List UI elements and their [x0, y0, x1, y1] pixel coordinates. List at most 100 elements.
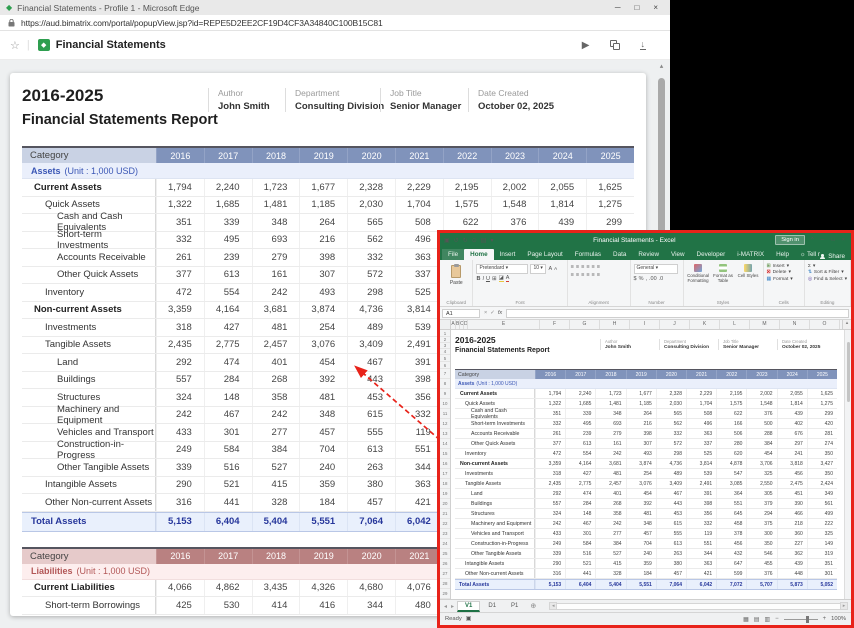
ribbon-tab-developer[interactable]: Developer: [691, 249, 732, 260]
row-number[interactable]: 6: [440, 362, 450, 369]
qat-icon[interactable]: ↻: [463, 237, 468, 244]
hscroll-track[interactable]: [557, 603, 840, 610]
share-button[interactable]: Share: [820, 253, 849, 260]
paste-button[interactable]: Paste: [450, 280, 463, 286]
alignment-icons[interactable]: ≡≡≡≡≡≡: [571, 272, 627, 278]
ribbon-tab-review[interactable]: Review: [632, 249, 665, 260]
zoom-in-icon[interactable]: +: [823, 616, 827, 622]
row-number[interactable]: 26: [440, 559, 450, 569]
ribbon-tab-page-layout[interactable]: Page Layout: [521, 249, 568, 260]
row-number[interactable]: 21: [440, 509, 450, 519]
number-icon[interactable]: ,: [645, 276, 647, 282]
ribbon-tab-file[interactable]: File: [442, 249, 464, 260]
align-icon[interactable]: ≡: [571, 264, 574, 270]
row-number[interactable]: 11: [440, 409, 450, 419]
row-number[interactable]: 27: [440, 569, 450, 579]
align-icon[interactable]: ≡: [581, 264, 584, 270]
row-number[interactable]: 14: [440, 439, 450, 449]
excel-window-buttons[interactable]: ^─□×: [811, 237, 847, 243]
number-icon[interactable]: $: [634, 276, 637, 282]
column-header[interactable]: O: [810, 320, 840, 329]
address-bar[interactable]: https://aud.bimatrix.com/portal/popupVie…: [0, 15, 670, 31]
sheet-scrollbar-thumb[interactable]: [847, 342, 850, 402]
row-number[interactable]: 10: [440, 399, 450, 409]
column-header[interactable]: M: [750, 320, 780, 329]
sheet-area[interactable]: 2016-2025 Financial Statements Report Au…: [451, 330, 851, 599]
run-report-icon[interactable]: ▶: [582, 40, 590, 51]
row-number[interactable]: 28: [440, 579, 450, 589]
sheet-tab-d1[interactable]: D1: [481, 602, 503, 610]
insert-function-icon[interactable]: fx: [498, 310, 502, 316]
align-icon[interactable]: ≡: [592, 264, 595, 270]
close-button[interactable]: ×: [653, 3, 658, 12]
paste-clipboard-icon[interactable]: [451, 265, 461, 278]
format-cells-button[interactable]: ▦Format ▾: [767, 277, 801, 282]
align-icon[interactable]: ≡: [581, 272, 584, 278]
column-header[interactable]: E: [468, 320, 540, 329]
find-select-button[interactable]: ◎Find & Select ▾: [808, 277, 847, 282]
align-icon[interactable]: ≡: [576, 264, 579, 270]
row-number[interactable]: 18: [440, 479, 450, 489]
cancel-entry-icon[interactable]: ×: [484, 310, 487, 316]
scrollbar-up-arrow[interactable]: ▴: [656, 62, 667, 72]
borders-button[interactable]: ⊞: [492, 276, 497, 282]
ribbon-tab-insert[interactable]: Insert: [494, 249, 522, 260]
horizontal-scrollbar[interactable]: ◂ ▸: [549, 602, 848, 610]
bold-button[interactable]: B: [476, 276, 480, 282]
window-button[interactable]: ─: [821, 237, 825, 243]
tell-me-box[interactable]: ☼ Tell me what you want to do: [795, 250, 820, 260]
row-number[interactable]: 20: [440, 499, 450, 509]
new-sheet-icon[interactable]: ⊕: [527, 602, 539, 610]
window-button[interactable]: ^: [811, 237, 814, 243]
worksheet[interactable]: 1234567891011121314151617181920212223242…: [440, 330, 851, 599]
ribbon-tab-i-matrix[interactable]: i-MATRIX: [731, 249, 770, 260]
row-number[interactable]: 23: [440, 529, 450, 539]
sort-filter-button[interactable]: ⇅Sort & Filter ▾: [808, 270, 847, 275]
zoom-slider[interactable]: [784, 619, 818, 620]
hscroll-right-icon[interactable]: ▸: [840, 602, 848, 610]
underline-button[interactable]: U: [486, 276, 490, 282]
cell-styles-button[interactable]: Cell Styles: [737, 264, 760, 297]
align-icon[interactable]: ≡: [576, 272, 579, 278]
number-format-select[interactable]: General ▾: [634, 264, 678, 274]
column-header[interactable]: H: [600, 320, 630, 329]
row-number[interactable]: 1: [440, 330, 450, 337]
italic-button[interactable]: I: [482, 276, 484, 282]
align-icon[interactable]: ≡: [597, 264, 600, 270]
number-icon[interactable]: .00: [649, 276, 657, 282]
copy-icon[interactable]: [610, 40, 620, 50]
ribbon-tab-view[interactable]: View: [665, 249, 691, 260]
ribbon-tab-help[interactable]: Help: [770, 249, 795, 260]
favorite-star-icon[interactable]: ☆: [10, 39, 20, 52]
autosum-button[interactable]: Σ ▾: [808, 264, 847, 269]
row-number[interactable]: 19: [440, 489, 450, 499]
align-icon[interactable]: ≡: [597, 272, 600, 278]
column-header[interactable]: L: [720, 320, 750, 329]
align-icon[interactable]: ≡: [586, 264, 589, 270]
row-number[interactable]: 25: [440, 549, 450, 559]
column-header[interactable]: K: [690, 320, 720, 329]
qat-icon[interactable]: ▤: [481, 237, 487, 244]
fill-color-button[interactable]: ◪: [499, 276, 504, 283]
enter-entry-icon[interactable]: ✓: [490, 310, 495, 316]
sheet-nav-right-icon[interactable]: ▸: [450, 603, 455, 610]
align-icon[interactable]: ≡: [586, 272, 589, 278]
row-number[interactable]: 7: [440, 369, 450, 379]
hscroll-left-icon[interactable]: ◂: [549, 602, 557, 610]
row-number[interactable]: 17: [440, 469, 450, 479]
conditional-formatting-button[interactable]: Conditional Formatting: [687, 264, 710, 297]
font-size-select[interactable]: 10 ▾: [530, 264, 546, 274]
qat-icon[interactable]: ↺: [454, 237, 459, 244]
row-number[interactable]: 15: [440, 449, 450, 459]
qat-icon[interactable]: ⊙: [472, 237, 477, 244]
sheet-tab-p1[interactable]: P1: [504, 602, 525, 610]
maximize-button[interactable]: □: [634, 3, 639, 12]
qat-icon[interactable]: ▣: [444, 237, 450, 244]
zoom-slider-thumb[interactable]: [806, 616, 809, 623]
column-header[interactable]: I: [630, 320, 660, 329]
column-header[interactable]: N: [780, 320, 810, 329]
number-icon[interactable]: .0: [659, 276, 664, 282]
quick-access-toolbar[interactable]: ▣↺↻⊙▤▾: [444, 237, 493, 244]
row-number[interactable]: 24: [440, 539, 450, 549]
download-icon[interactable]: ↓: [640, 40, 647, 50]
